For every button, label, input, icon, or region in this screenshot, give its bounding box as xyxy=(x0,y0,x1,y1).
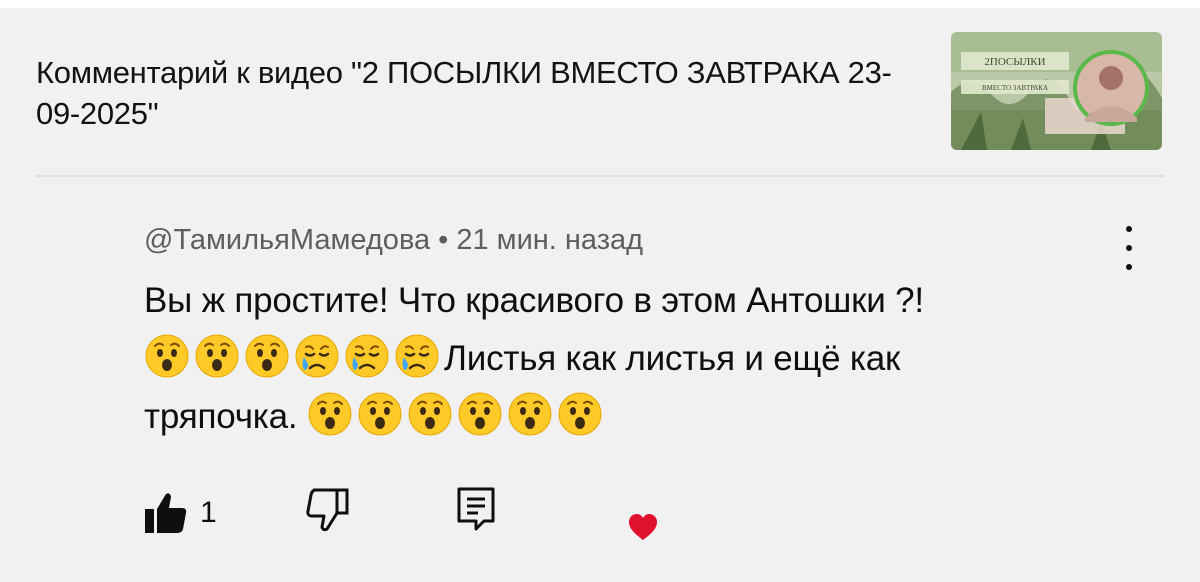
astonished-face-icon xyxy=(507,391,553,437)
like-count: 1 xyxy=(200,496,217,529)
thumbnail-caption-1: 2ПОСЫЛКИ xyxy=(984,56,1045,68)
more-vert-icon[interactable] xyxy=(1114,226,1144,270)
dislike-button[interactable] xyxy=(304,486,350,532)
divider xyxy=(36,175,1164,177)
heart-icon xyxy=(629,514,657,540)
reply-icon xyxy=(457,487,495,531)
meta-separator: • xyxy=(438,224,449,256)
reply-button[interactable] xyxy=(456,486,496,532)
comment-time: 21 мин. назад xyxy=(456,224,644,256)
thumbnail-caption-2: ВМЕСТО ЗАВТРАКА xyxy=(982,84,1048,92)
top-band xyxy=(0,0,1200,8)
video-thumbnail[interactable]: 2ПОСЫЛКИ ВМЕСТО ЗАВТРАКА xyxy=(951,32,1162,150)
thumb-down-icon xyxy=(306,488,349,532)
comment-author[interactable]: @ТамильяМамедова xyxy=(144,224,430,256)
comment-meta: @ТамильяМамедова • 21 мин. назад xyxy=(144,222,643,258)
astonished-face-icon xyxy=(457,391,503,437)
emoji-group-1 xyxy=(144,334,444,378)
crying-face-icon xyxy=(344,333,390,379)
comment-text-part3: тряпочка. xyxy=(144,397,298,436)
creator-heart xyxy=(628,513,658,541)
emoji-group-2 xyxy=(307,392,607,436)
astonished-face-icon xyxy=(407,391,453,437)
astonished-face-icon xyxy=(357,391,403,437)
comment-text-part2: Листья как листья и ещё как xyxy=(444,339,901,378)
crying-face-icon xyxy=(294,333,340,379)
page-title: Комментарий к видео "2 ПОСЫЛКИ ВМЕСТО ЗА… xyxy=(36,55,892,131)
astonished-face-icon xyxy=(144,333,190,379)
astonished-face-icon xyxy=(244,333,290,379)
like-button[interactable] xyxy=(144,492,188,534)
astonished-face-icon xyxy=(307,391,353,437)
comment-text-part1: Вы ж простите! Что красивого в этом Анто… xyxy=(144,281,924,320)
comment-actions: 1 xyxy=(0,480,1200,550)
comment-text: Вы ж простите! Что красивого в этом Анто… xyxy=(144,272,1074,446)
astonished-face-icon xyxy=(557,391,603,437)
thumb-up-icon xyxy=(145,493,187,533)
crying-face-icon xyxy=(394,333,440,379)
astonished-face-icon xyxy=(194,333,240,379)
